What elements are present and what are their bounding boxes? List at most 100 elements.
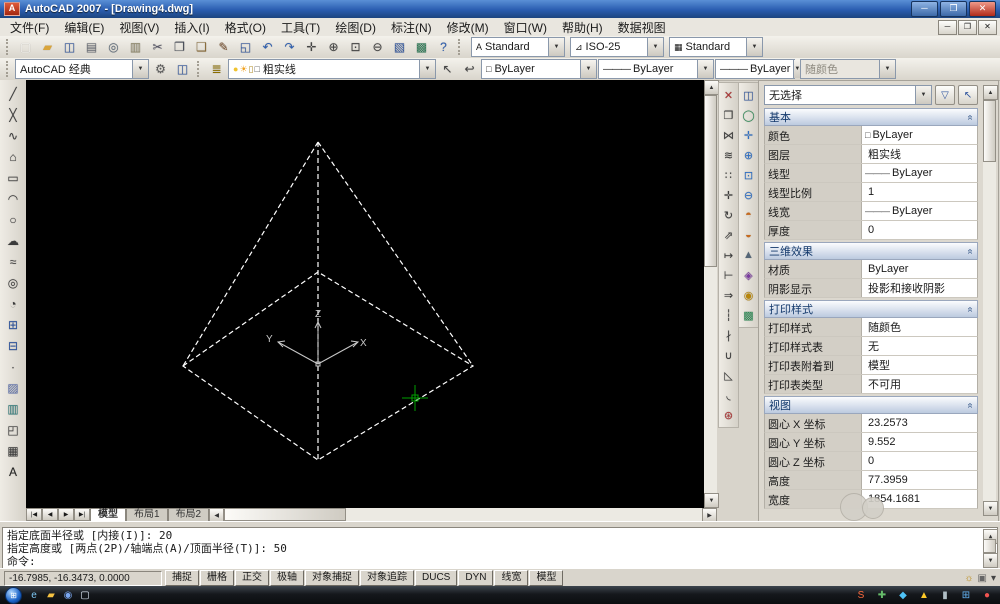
- trim-icon[interactable]: ⊢: [719, 265, 738, 285]
- draw-order-front-icon[interactable]: ◓: [739, 205, 758, 225]
- property-value[interactable]: 无: [862, 337, 977, 355]
- communication-center-icon[interactable]: ☼: [964, 573, 973, 584]
- hatch-icon[interactable]: ▨: [2, 377, 24, 398]
- scrollbar-thumb[interactable]: [983, 539, 996, 553]
- match-properties-icon[interactable]: ✎: [213, 37, 234, 58]
- erase-icon[interactable]: ✕: [719, 85, 738, 105]
- menu-item[interactable]: 文件(F): [3, 17, 56, 38]
- line-icon[interactable]: ╱: [2, 83, 24, 104]
- toolbar-lock-icon[interactable]: ▣: [978, 573, 987, 584]
- status-toggle-button[interactable]: 栅格: [200, 570, 234, 586]
- document-icon[interactable]: ▢: [77, 588, 93, 602]
- lineweight-combo[interactable]: ——— ByLayer: [715, 59, 795, 79]
- multiline-text-icon[interactable]: A: [2, 461, 24, 482]
- pan-icon[interactable]: ✛: [301, 37, 322, 58]
- pyramid-base[interactable]: [183, 272, 473, 460]
- command-scrollbar[interactable]: [983, 529, 996, 568]
- status-toggle-button[interactable]: DYN: [458, 570, 493, 586]
- menu-item[interactable]: 工具(T): [274, 17, 327, 38]
- scroll-down-icon[interactable]: [983, 553, 998, 568]
- status-toggle-button[interactable]: 捕捉: [165, 570, 199, 586]
- layout-tab[interactable]: 模型: [90, 508, 126, 521]
- property-value[interactable]: 不可用: [862, 375, 977, 393]
- text-style-combo[interactable]: A Standard: [471, 37, 565, 57]
- maximize-button[interactable]: ❐: [940, 1, 967, 17]
- color-combo[interactable]: □ ByLayer: [481, 59, 597, 79]
- point-icon[interactable]: ∙: [2, 356, 24, 377]
- scroll-down-icon[interactable]: [983, 501, 998, 516]
- menu-item[interactable]: 编辑(E): [57, 17, 111, 38]
- make-block-icon[interactable]: ⊟: [2, 335, 24, 356]
- fillet-icon[interactable]: ◟: [719, 385, 738, 405]
- zoom-previous-icon[interactable]: ⊖: [367, 37, 388, 58]
- pyramid-edges[interactable]: [183, 142, 473, 460]
- tab-scroll-button[interactable]: ◀: [42, 508, 58, 521]
- dropdown-arrow-icon[interactable]: [915, 86, 931, 104]
- zoom-realtime-icon[interactable]: ⊕: [739, 145, 758, 165]
- region-icon[interactable]: ◰: [2, 419, 24, 440]
- scrollbar-thumb[interactable]: [983, 100, 996, 162]
- break-icon[interactable]: ∤: [719, 325, 738, 345]
- doc-minimize-button[interactable]: ─: [938, 20, 957, 35]
- render-icon[interactable]: ◉: [739, 285, 758, 305]
- undo-icon[interactable]: ↶: [257, 37, 278, 58]
- status-toggle-button[interactable]: DUCS: [415, 570, 457, 586]
- linetype-combo[interactable]: ——— ByLayer: [598, 59, 714, 79]
- property-value[interactable]: 模型: [862, 356, 977, 374]
- quick-select-icon[interactable]: ▽: [935, 85, 955, 105]
- tab-scroll-button[interactable]: ▶: [58, 508, 74, 521]
- status-toggle-button[interactable]: 正交: [235, 570, 269, 586]
- copy-icon[interactable]: ❐: [169, 37, 190, 58]
- menu-item[interactable]: 标注(N): [384, 17, 439, 38]
- collapse-chevron-icon[interactable]: [965, 114, 976, 120]
- move-icon[interactable]: ✛: [719, 185, 738, 205]
- property-value[interactable]: □ByLayer: [862, 126, 977, 144]
- select-objects-icon[interactable]: ↖: [958, 85, 978, 105]
- polygon-icon[interactable]: ⌂: [2, 146, 24, 167]
- gradient-icon[interactable]: ▥: [2, 398, 24, 419]
- pan-realtime-icon[interactable]: ✛: [739, 125, 758, 145]
- redo-icon[interactable]: ↷: [279, 37, 300, 58]
- property-value[interactable]: ———ByLayer: [862, 164, 977, 182]
- explode-icon[interactable]: ⊛: [719, 405, 738, 425]
- status-toggle-button[interactable]: 线宽: [494, 570, 528, 586]
- sogou-input-icon[interactable]: S: [853, 588, 869, 602]
- join-icon[interactable]: ∪: [719, 345, 738, 365]
- property-value[interactable]: 投影和接收阴影: [862, 279, 977, 297]
- status-toggle-button[interactable]: 对象追踪: [360, 570, 414, 586]
- status-menu-arrow-icon[interactable]: ▾: [991, 573, 996, 584]
- dropdown-arrow-icon[interactable]: [697, 60, 713, 78]
- zoom-realtime-icon[interactable]: ⊕: [323, 37, 344, 58]
- named-views-icon[interactable]: ◫: [739, 85, 758, 105]
- status-toggle-button[interactable]: 模型: [529, 570, 563, 586]
- zoom-previous-icon[interactable]: ⊖: [739, 185, 758, 205]
- designcenter-icon[interactable]: ▩: [411, 37, 432, 58]
- insert-block-icon[interactable]: ⊞: [2, 314, 24, 335]
- dropdown-arrow-icon[interactable]: [548, 38, 564, 56]
- array-icon[interactable]: ∷: [719, 165, 738, 185]
- menu-item[interactable]: 插入(I): [167, 17, 216, 38]
- dropdown-arrow-icon[interactable]: [419, 60, 435, 78]
- security-center-icon[interactable]: ⊞: [958, 588, 974, 602]
- dim-style-combo[interactable]: ⊿ ISO-25: [570, 37, 664, 57]
- command-window[interactable]: 指定底面半径或 [内接(I)]: 20指定高度或 [两点(2P)/轴端点(A)/…: [2, 527, 998, 570]
- ellipse-arc-icon[interactable]: ◔: [2, 293, 24, 314]
- status-toggle-button[interactable]: 对象捕捉: [305, 570, 359, 586]
- layer-previous-icon[interactable]: ↩: [459, 59, 480, 80]
- canvas-horizontal-scrollbar[interactable]: [209, 508, 717, 521]
- offset-icon[interactable]: ≋: [719, 145, 738, 165]
- properties-scrollbar[interactable]: [983, 85, 996, 516]
- circle-icon[interactable]: ○: [2, 209, 24, 230]
- close-button[interactable]: ✕: [969, 1, 996, 17]
- stretch-icon[interactable]: ↦: [719, 245, 738, 265]
- properties-icon[interactable]: ▧: [389, 37, 410, 58]
- tab-scroll-button[interactable]: |◀: [26, 508, 42, 521]
- spline-icon[interactable]: ≈: [2, 251, 24, 272]
- collapse-chevron-icon[interactable]: [965, 402, 976, 408]
- dropdown-arrow-icon[interactable]: [746, 38, 762, 56]
- update-icon[interactable]: ▲: [916, 588, 932, 602]
- media-player-icon[interactable]: ◉: [60, 588, 76, 602]
- collapse-chevron-icon[interactable]: [965, 306, 976, 312]
- volume-icon[interactable]: ●: [979, 588, 995, 602]
- save-workspace-icon[interactable]: ◫: [172, 59, 193, 80]
